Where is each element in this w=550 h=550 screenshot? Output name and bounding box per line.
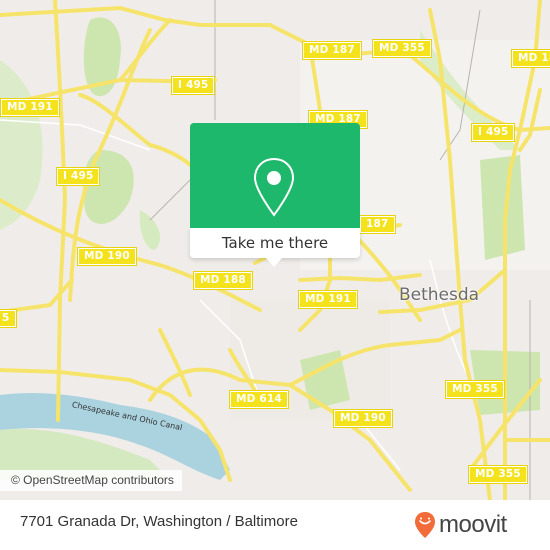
moovit-wordmark: moovit [439,511,507,538]
road-shield: MD 187 [303,42,361,59]
moovit-logo[interactable]: moovit [414,511,507,539]
popup-pointer [266,258,282,267]
road-shield: MD 355 [446,381,504,398]
road-shield: MD 190 [78,248,136,265]
location-popup: Take me there [190,123,360,267]
road-shield: MD 614 [230,391,288,408]
road-shield: MD 190 [334,410,392,427]
road-shield: MD 355 [469,466,527,483]
park-area [480,155,525,260]
road-shield: MD 191 [1,99,59,116]
park-area [83,150,134,224]
map-view[interactable]: MD 187 MD 355 MD 187 I 495 MD 191 MD 187… [0,0,550,500]
place-label-bethesda: Bethesda [399,285,480,305]
road-shield: MD 355 [373,40,431,57]
map-attribution[interactable]: © OpenStreetMap contributors [0,470,182,491]
road-shield: MD 187 [512,50,550,67]
road-shield: 187 [360,216,395,233]
location-pin-icon [253,157,295,217]
road-shield: 5 [0,310,16,327]
take-me-there-button[interactable]: Take me there [190,228,360,258]
address-label: 7701 Granada Dr, Washington / Baltimore [20,513,298,530]
popup-header [190,123,360,228]
footer-bar: 7701 Granada Dr, Washington / Baltimore … [0,500,550,550]
moovit-pin-icon [415,512,435,538]
road-shield: I 495 [172,77,215,94]
road-shield: I 495 [57,168,100,185]
road-shield: MD 191 [299,291,357,308]
park-area [139,210,160,250]
road-shield: MD 188 [194,272,252,289]
road-shield: I 495 [472,124,515,141]
